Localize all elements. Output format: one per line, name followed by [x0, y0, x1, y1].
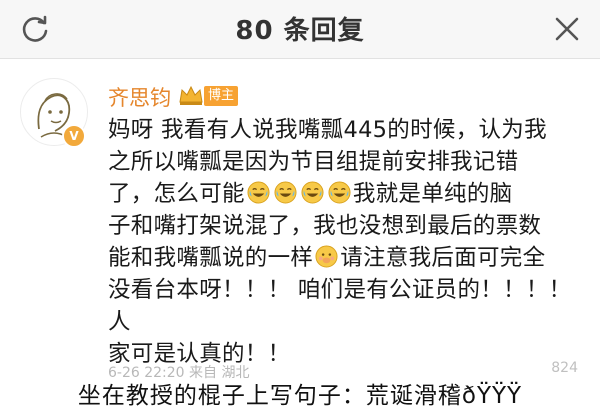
- laugh-cry-emoji-icon: [247, 181, 270, 204]
- post-content: 妈呀 我看有人说我嘴瓢445的时候，认为我 之所以嘴瓢是因为节目组提前安排我记错…: [108, 114, 578, 370]
- content-line: 没看台本呀！！！ 咱们是有公证员的！！！！ 人: [108, 277, 572, 335]
- content-line: 之所以嘴瓢是因为节目组提前安排我记错: [108, 149, 519, 175]
- like-count[interactable]: 824: [551, 360, 578, 376]
- page-title: 80 条回复: [235, 16, 365, 46]
- content-text: 我就是单纯的脑: [352, 181, 513, 207]
- content-line: 能和我嘴瓢说的一样 请注意我后面可完全: [108, 242, 578, 274]
- content-text: 了，怎么可能: [108, 181, 245, 207]
- author-name[interactable]: 齐思钧: [108, 82, 171, 112]
- content-text: 请注意我后面可完全: [340, 245, 546, 271]
- shy-emoji-icon: [313, 245, 340, 271]
- crown-icon: [179, 85, 203, 105]
- host-badge: 博主: [204, 86, 239, 106]
- laugh-cry-emoji-icons: [245, 181, 353, 207]
- laugh-cry-emoji-icon: [328, 181, 351, 204]
- header-bar: 80 条回复: [0, 0, 600, 59]
- verified-badge: V: [62, 124, 86, 148]
- laugh-cry-emoji-icon: [274, 181, 297, 204]
- shy-emoji-icon: [315, 245, 338, 268]
- close-icon[interactable]: [554, 16, 580, 42]
- content-line: 子和嘴打架说混了，我也没想到最后的票数: [108, 213, 542, 239]
- content-text: 能和我嘴瓢说的一样: [108, 245, 314, 271]
- content-line: 了，怎么可能 我就是单纯的脑: [108, 178, 578, 210]
- laugh-cry-emoji-icon: [301, 181, 324, 204]
- content-line: 妈呀 我看有人说我嘴瓢445的时候，认为我: [108, 117, 547, 143]
